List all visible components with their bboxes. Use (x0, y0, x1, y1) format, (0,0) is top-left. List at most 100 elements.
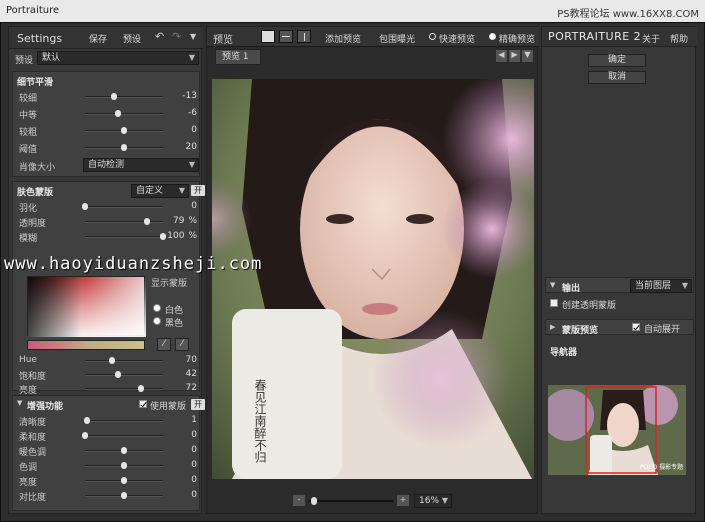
slider-value: 0 (163, 125, 197, 135)
slider-track[interactable] (85, 113, 163, 115)
slider-track[interactable] (85, 374, 163, 376)
slider-unit: % (188, 231, 197, 241)
slider-value-number: 0 (191, 201, 197, 211)
zoom-in-button[interactable]: + (397, 495, 409, 506)
zoom-out-button[interactable]: - (293, 495, 305, 506)
slider-track[interactable] (85, 221, 163, 223)
preset-button[interactable]: 预设 (123, 32, 141, 45)
preview-image[interactable]: 春见江南醉不归 (212, 79, 534, 479)
enhance-toggle-button[interactable]: 开 (191, 399, 205, 410)
accurate-preview-radio[interactable] (489, 33, 496, 40)
fast-preview-radio[interactable] (429, 33, 436, 40)
slider-track[interactable] (85, 206, 163, 208)
auto-expand-checkbox[interactable] (632, 323, 640, 331)
slider-value-number: 0 (191, 125, 197, 135)
bracket-exposure-button[interactable]: 包围曝光 (379, 32, 415, 45)
slider-knob[interactable] (121, 144, 127, 151)
about-button[interactable]: 关于 (642, 32, 660, 45)
navigator-label: 导航器 (550, 348, 578, 358)
portrait-size-dropdown[interactable]: 自动检测 ▼ (83, 158, 199, 172)
black-radio[interactable] (153, 317, 161, 325)
zoom-dropdown[interactable]: 16% ▼ (414, 494, 452, 508)
eyedropper-minus-icon[interactable]: ⁄ (175, 338, 189, 351)
preset-dropdown[interactable]: 默认 ▼ (37, 51, 199, 65)
next-tab-icon[interactable]: ▶ (509, 50, 520, 62)
slider-value: 0 (163, 445, 197, 455)
slider-knob[interactable] (121, 477, 127, 484)
undo-icon[interactable]: ↶ (155, 30, 164, 43)
slider-knob[interactable] (82, 432, 88, 439)
slider-track[interactable] (85, 435, 163, 437)
white-radio[interactable] (153, 304, 161, 312)
collapse-arrow-icon[interactable]: ▼ (550, 281, 555, 289)
slider-knob[interactable] (143, 218, 150, 225)
output-dropdown[interactable]: 当前图层 ▼ (630, 279, 692, 293)
hue-strip[interactable] (27, 340, 145, 350)
slider-value: 20 (163, 142, 197, 152)
help-button[interactable]: 帮助 (670, 32, 688, 45)
collapse-arrow-icon[interactable]: ▼ (17, 399, 22, 407)
tab-preview-1[interactable]: 预览 1 (215, 49, 261, 65)
fast-preview-label: 快速预览 (439, 35, 476, 45)
slider-label: 中等 (19, 111, 38, 121)
redo-icon[interactable]: ↷ (172, 30, 181, 43)
slider-value: -13 (163, 91, 197, 101)
zoom-slider[interactable] (309, 500, 393, 502)
prev-tab-icon[interactable]: ◀ (496, 50, 507, 62)
black-radio-label: 黑色 (165, 319, 184, 329)
save-button[interactable]: 保存 (89, 32, 107, 45)
single-view-icon[interactable] (261, 30, 275, 43)
slider-value-number: 1 (191, 415, 197, 425)
slider-knob[interactable] (121, 492, 127, 499)
zoom-value: 16% (419, 496, 440, 506)
chevron-down-icon: ▼ (178, 186, 185, 195)
detail-header: 细节平滑 (17, 78, 54, 88)
slider-knob[interactable] (110, 93, 117, 100)
slider-row: 透明度 79% (13, 215, 201, 229)
slider-label: 较细 (19, 94, 38, 104)
slider-knob[interactable] (121, 447, 127, 454)
eyedropper-icon[interactable]: ⁄ (157, 338, 171, 351)
preview-header: 预览 添加预览 包围曝光 快速预览 精确预览 (207, 27, 539, 47)
tab-menu-icon[interactable]: ▼ (522, 50, 533, 62)
split-vertical-icon[interactable] (297, 30, 311, 43)
skin-color-picker[interactable] (27, 276, 146, 337)
menu-arrow-icon[interactable]: ▼ (190, 32, 196, 41)
slider-value-number: 0 (191, 445, 197, 455)
slider-unit: % (188, 216, 197, 226)
navigator-thumbnail[interactable]: POCO 摄影专题 (548, 385, 686, 475)
slider-knob[interactable] (138, 385, 145, 392)
skin-mode-dropdown[interactable]: 自定义 ▼ (131, 184, 189, 198)
create-mask-checkbox[interactable] (550, 299, 558, 307)
portrait-size-label: 肖像大小 (19, 163, 56, 173)
skin-mode-value: 自定义 (136, 186, 164, 196)
slider-track[interactable] (85, 388, 163, 390)
slider-value-number: 0 (191, 490, 197, 500)
split-horizontal-icon[interactable] (279, 30, 293, 43)
slider-track[interactable] (85, 236, 163, 238)
skin-toggle-button[interactable]: 开 (191, 185, 205, 196)
preview-title: 预览 (213, 35, 233, 46)
slider-value-number: 42 (185, 369, 197, 379)
mask-preview-label: 蒙版预览 (562, 326, 599, 336)
slider-track[interactable] (85, 360, 163, 362)
slider-knob[interactable] (114, 371, 121, 378)
expand-arrow-icon[interactable]: ▶ (550, 323, 555, 331)
slider-knob[interactable] (82, 203, 88, 210)
slider-track[interactable] (85, 96, 163, 98)
slider-knob[interactable] (121, 462, 127, 469)
slider-value: 70 (163, 355, 197, 365)
zoom-slider-knob[interactable] (311, 497, 317, 505)
slider-label: 色调 (19, 463, 38, 473)
slider-knob[interactable] (121, 127, 127, 134)
ok-button[interactable]: 确定 (588, 54, 646, 67)
cancel-button[interactable]: 取消 (588, 71, 646, 84)
slider-track[interactable] (85, 420, 163, 422)
slider-knob[interactable] (84, 417, 91, 424)
slider-knob[interactable] (109, 357, 116, 364)
slider-row: 模糊 100% (13, 230, 201, 244)
use-mask-checkbox[interactable] (139, 400, 147, 408)
slider-knob[interactable] (114, 110, 121, 117)
add-preview-button[interactable]: 添加预览 (325, 32, 361, 45)
slider-value-number: 0 (191, 430, 197, 440)
